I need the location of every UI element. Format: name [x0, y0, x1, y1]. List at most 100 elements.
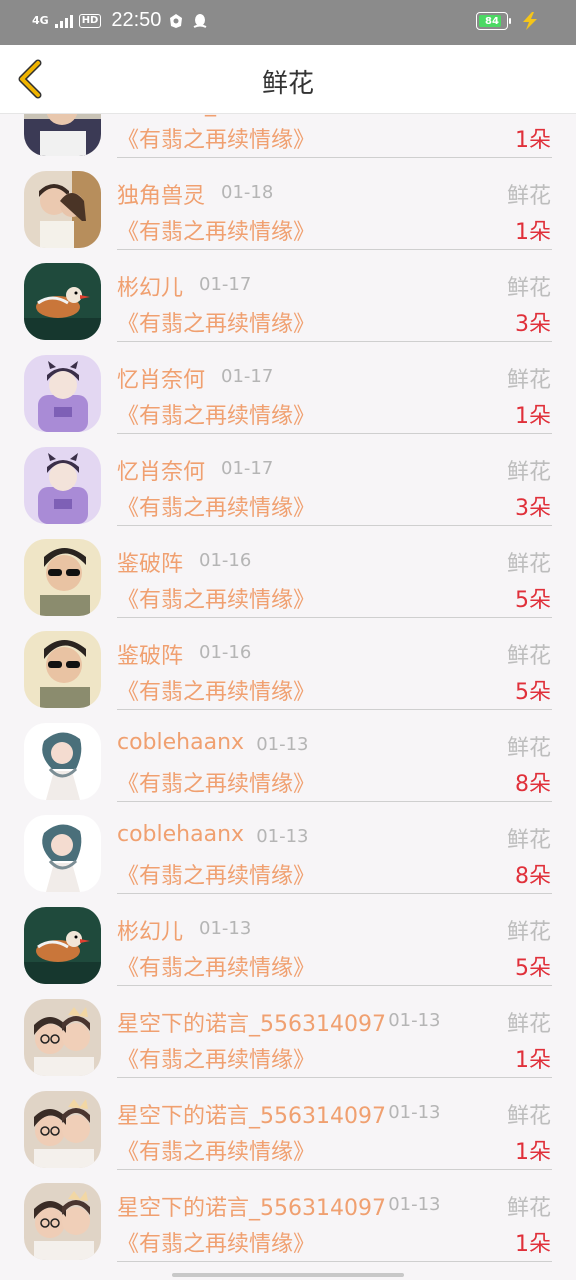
gift-date: 01-18 [221, 182, 274, 203]
gift-count: 1朵 [515, 128, 551, 153]
gift-type: 鲜花 [506, 736, 551, 761]
book-title[interactable]: 《有翡之再续情缘》 [117, 1042, 315, 1074]
user-name[interactable]: 彬幻儿 [117, 270, 183, 302]
navigation-bar: 鲜花 [0, 45, 576, 114]
gift-count: 1朵 [515, 1232, 551, 1257]
gift-count: 1朵 [515, 404, 551, 429]
list-item[interactable]: coblehaanx 01-13 鲜花《有翡之再续情缘》 8朵 [0, 802, 576, 894]
book-title[interactable]: 《有翡之再续情缘》 [117, 766, 315, 798]
list-item[interactable]: 彬幻儿 01-13 鲜花《有翡之再续情缘》 5朵 [0, 894, 576, 986]
app-notification-icon [170, 13, 183, 28]
gift-count: 8朵 [515, 864, 551, 889]
list-item[interactable]: 独角兽灵 01-18 鲜花《有翡之再续情缘》 1朵 [0, 158, 576, 250]
clock: 22:50 [111, 9, 162, 31]
avatar[interactable] [24, 999, 101, 1076]
list-item[interactable]: 彬幻儿 01-17 鲜花 《有翡之再续情缘》 3朵 [0, 250, 576, 342]
avatar[interactable] [24, 723, 101, 800]
book-title[interactable]: 《有翡之再续情缘》 [117, 1226, 315, 1258]
gift-type: 鲜花 [506, 1196, 551, 1221]
page-title: 鲜花 [261, 69, 314, 99]
gift-date: 01-13 [388, 1194, 441, 1215]
user-name[interactable]: 星空下的诺言_556314097 [117, 1190, 386, 1222]
book-title[interactable]: 《有翡之再续情缘》 [117, 306, 315, 338]
list-item[interactable]: 鉴破阵 01-16 鲜花《有翡之再续情缘》 5朵 [0, 526, 576, 618]
flower-gift-list[interactable]: 晗本微凉_33813588801-17鲜花《有翡之再续情缘》1朵独角兽灵01-1… [0, 113, 576, 1280]
gift-type: 鲜花 [506, 460, 551, 485]
avatar[interactable] [24, 355, 101, 432]
gift-count: 1朵 [515, 1048, 551, 1073]
gift-type: 鲜花 [506, 368, 551, 393]
gift-count: 3朵 [515, 496, 551, 521]
book-title[interactable]: 《有翡之再续情缘》 [117, 122, 315, 154]
gift-date: 01-13 [388, 1010, 441, 1031]
gift-type: 鲜花 [506, 552, 551, 577]
list-item[interactable]: 鉴破阵 01-16 鲜花《有翡之再续情缘》 5朵 [0, 618, 576, 710]
user-name[interactable]: coblehaanx [117, 730, 244, 755]
home-indicator[interactable] [172, 1273, 404, 1277]
user-name[interactable]: 鉴破阵 [117, 638, 183, 670]
gift-type: 鲜花 [506, 184, 551, 209]
hd-badge: HD [78, 13, 102, 28]
gift-date: 01-13 [256, 734, 309, 755]
list-item[interactable]: 星空下的诺言_556314097 01-13 鲜花《有翡之再续情缘》 1朵 [0, 1078, 576, 1170]
user-name[interactable]: 独角兽灵 [117, 178, 205, 210]
avatar[interactable] [24, 171, 101, 248]
book-title[interactable]: 《有翡之再续情缘》 [117, 490, 315, 522]
gift-date: 01-17 [221, 366, 274, 387]
avatar[interactable] [24, 631, 101, 708]
gift-count: 1朵 [515, 1140, 551, 1165]
network-type: 4G [32, 14, 49, 27]
gift-date: 01-16 [199, 642, 252, 663]
list-item[interactable]: 忆肖奈何 01-17 鲜花《有翡之再续情缘》 3朵 [0, 434, 576, 526]
list-item[interactable]: coblehaanx 01-13 鲜花《有翡之再续情缘》 8朵 [0, 710, 576, 802]
gift-date: 01-16 [199, 550, 252, 571]
gift-type: 鲜花 [506, 1104, 551, 1129]
user-name[interactable]: 星空下的诺言_556314097 [117, 1006, 386, 1038]
book-title[interactable]: 《有翡之再续情缘》 [117, 398, 315, 430]
gift-type: 鲜花 [506, 920, 551, 945]
book-title[interactable]: 《有翡之再续情缘》 [117, 214, 315, 246]
user-name[interactable]: 星空下的诺言_556314097 [117, 1098, 386, 1130]
gift-date: 01-13 [256, 826, 309, 847]
battery-level: 84 [485, 15, 499, 27]
gift-count: 3朵 [515, 312, 551, 337]
avatar[interactable] [24, 447, 101, 524]
user-name[interactable]: 忆肖奈何 [117, 454, 205, 486]
avatar[interactable] [24, 907, 101, 984]
charging-icon [523, 12, 537, 30]
gift-date: 01-13 [199, 918, 252, 939]
list-item[interactable]: 星空下的诺言_556314097 01-13 鲜花《有翡之再续情缘》 1朵 [0, 1170, 576, 1262]
gift-date: 01-17 [221, 458, 274, 479]
gift-count: 5朵 [515, 680, 551, 705]
list-item[interactable]: 晗本微凉_33813588801-17鲜花《有翡之再续情缘》1朵 [0, 113, 576, 158]
gift-type: 鲜花 [506, 1012, 551, 1037]
gift-count: 5朵 [515, 588, 551, 613]
avatar[interactable] [24, 1091, 101, 1168]
avatar[interactable] [24, 1183, 101, 1260]
avatar[interactable] [24, 539, 101, 616]
gift-count: 8朵 [515, 772, 551, 797]
signal-icon [54, 14, 73, 28]
avatar[interactable] [24, 113, 101, 156]
book-title[interactable]: 《有翡之再续情缘》 [117, 582, 315, 614]
book-title[interactable]: 《有翡之再续情缘》 [117, 858, 315, 890]
gift-count: 5朵 [515, 956, 551, 981]
gift-type: 鲜花 [506, 644, 551, 669]
user-name[interactable]: 彬幻儿 [117, 914, 183, 946]
list-item[interactable]: 星空下的诺言_556314097 01-13 鲜花《有翡之再续情缘》 1朵 [0, 986, 576, 1078]
battery-icon: 84 [476, 12, 511, 30]
book-title[interactable]: 《有翡之再续情缘》 [117, 950, 315, 982]
avatar[interactable] [24, 815, 101, 892]
qq-icon [193, 13, 207, 28]
avatar[interactable] [24, 263, 101, 340]
gift-date: 01-17 [199, 274, 252, 295]
gift-type: 鲜花 [506, 828, 551, 853]
gift-date: 01-13 [388, 1102, 441, 1123]
gift-count: 1朵 [515, 220, 551, 245]
user-name[interactable]: coblehaanx [117, 822, 244, 847]
list-item[interactable]: 忆肖奈何 01-17 鲜花《有翡之再续情缘》 1朵 [0, 342, 576, 434]
user-name[interactable]: 鉴破阵 [117, 546, 183, 578]
book-title[interactable]: 《有翡之再续情缘》 [117, 674, 315, 706]
user-name[interactable]: 忆肖奈何 [117, 362, 205, 394]
book-title[interactable]: 《有翡之再续情缘》 [117, 1134, 315, 1166]
